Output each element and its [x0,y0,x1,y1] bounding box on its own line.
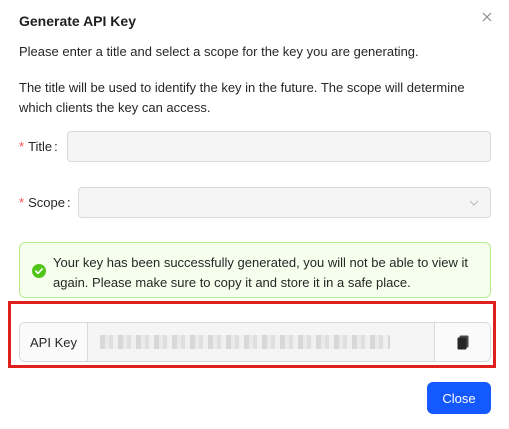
copy-icon [457,335,468,349]
scope-label: Scope [28,194,65,210]
dialog-close-button[interactable] [478,8,496,26]
api-key-value-field[interactable] [88,323,434,361]
title-label-colon: : [54,138,58,154]
copy-api-key-button[interactable] [434,323,490,361]
title-form-row: * Title : [19,131,66,161]
success-alert: Your key has been successfully generated… [19,242,491,298]
dialog-title: Generate API Key [19,13,136,29]
check-circle-icon [32,264,46,278]
success-alert-message: Your key has been successfully generated… [53,255,469,290]
generate-api-key-dialog: Generate API Key Please enter a title an… [0,0,509,429]
dialog-description-1: Please enter a title and select a scope … [19,44,419,59]
scope-label-colon: : [66,194,71,210]
api-key-label: API Key [20,323,88,361]
scope-select[interactable] [78,187,491,218]
chevron-down-icon [469,200,479,206]
required-mark: * [19,194,25,210]
title-input[interactable] [67,131,491,162]
api-key-field-group: API Key [19,322,491,362]
required-mark: * [19,138,25,154]
title-label: Title [28,138,53,154]
close-icon [482,12,492,22]
dialog-description-2: The title will be used to identify the k… [19,80,465,115]
api-key-redacted-value [100,335,390,349]
close-button[interactable]: Close [427,382,491,414]
scope-form-row: * Scope : [19,187,79,217]
